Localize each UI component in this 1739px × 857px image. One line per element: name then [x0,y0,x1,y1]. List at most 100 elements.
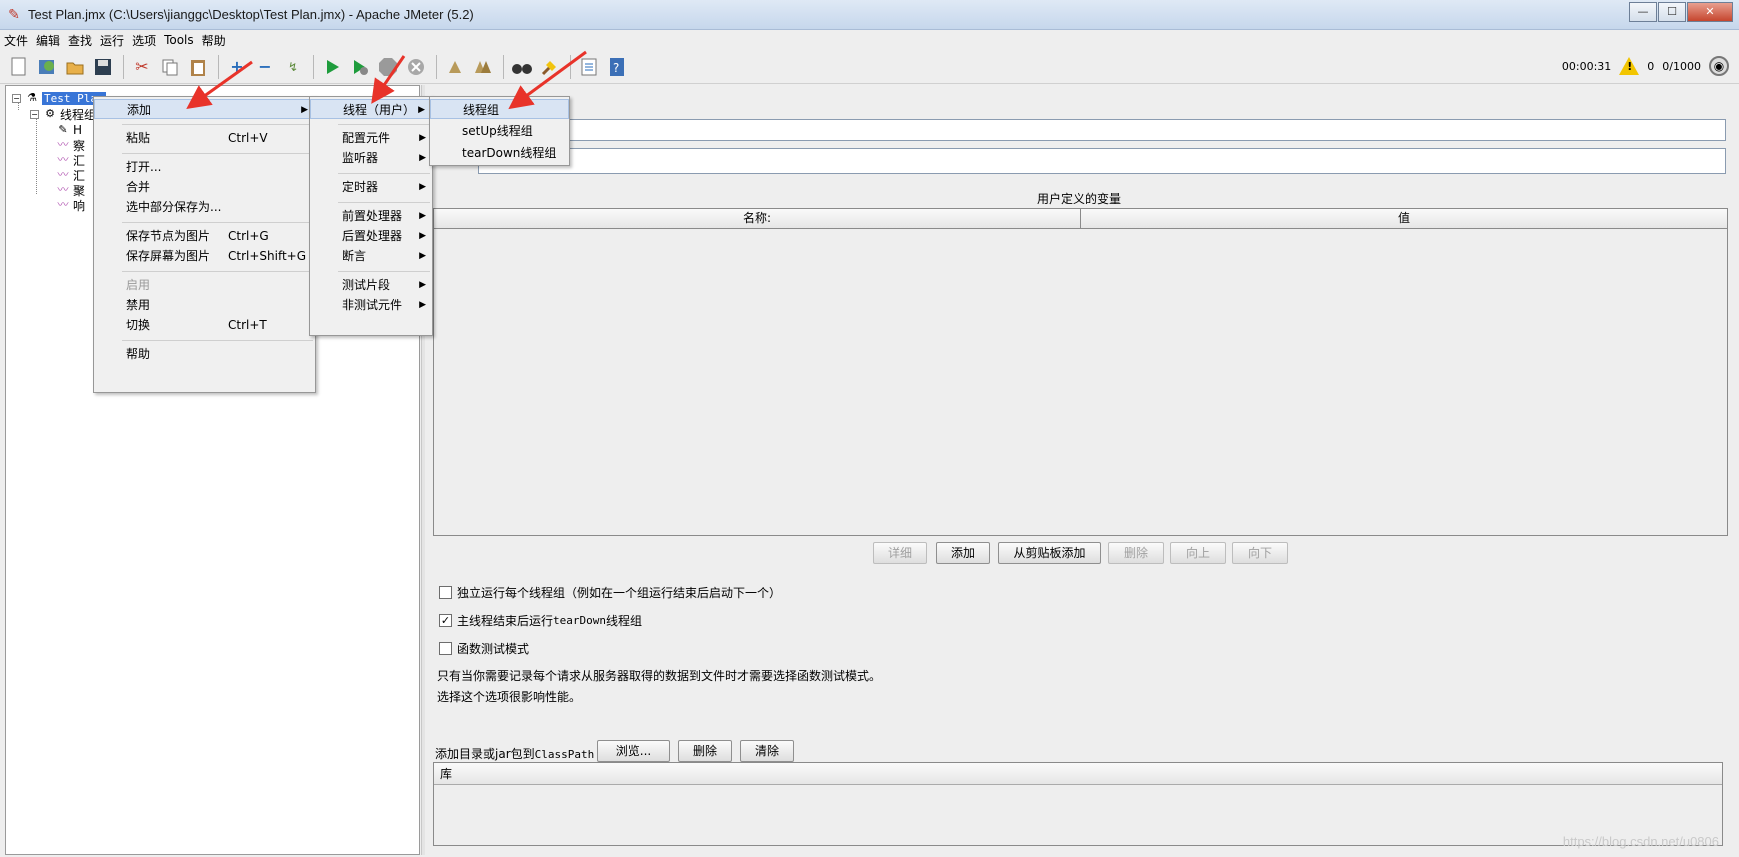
tree-node-test-plan[interactable]: − ⚗ Test Plan [12,90,106,106]
start-icon[interactable] [319,54,345,80]
name-field[interactable] [478,119,1726,141]
collapse-icon[interactable]: − [252,54,278,80]
menu-file[interactable]: 文件 [0,32,32,49]
submenu-item-config-element[interactable]: 配置元件 ▶ [310,128,432,148]
start-no-pause-icon[interactable] [347,54,373,80]
checkbox-box[interactable] [439,642,452,655]
menu-search[interactable]: 查找 [64,32,96,49]
stop-icon[interactable] [375,54,401,80]
delete-button[interactable]: 删除 [1108,542,1164,564]
menu-tools[interactable]: Tools [160,33,198,47]
new-icon[interactable] [6,54,32,80]
comments-field[interactable] [478,148,1726,174]
column-header-value[interactable]: 值 [1081,209,1727,228]
submenu-item-assertion[interactable]: 断言 ▶ [310,246,432,266]
menubar: 文件 编辑 查找 运行 选项 Tools 帮助 [0,30,1739,50]
submenu-item-non-test-element[interactable]: 非测试元件 ▶ [310,295,432,315]
search-icon[interactable] [509,54,535,80]
menu-item-save-selection[interactable]: 选中部分保存为... [94,197,315,217]
gear-icon: ⚙ [45,107,55,120]
menu-run[interactable]: 运行 [96,32,128,49]
tree-node-label: 线程组 [60,107,97,122]
clear-classpath-button[interactable]: 清除 [740,740,794,762]
menu-separator [122,222,313,223]
add-button[interactable]: 添加 [936,542,990,564]
submenu-item-listener[interactable]: 监听器 ▶ [310,148,432,168]
warning-icon[interactable]: ! [1619,57,1640,75]
clear-icon[interactable] [442,54,468,80]
column-header-name[interactable]: 名称: [434,209,1081,228]
teardown-after-shutdown-checkbox[interactable]: ✓ 主线程结束后运行 tearDown 线程组 [439,612,642,629]
reset-search-icon[interactable] [537,54,563,80]
elapsed-timer: 00:00:31 [1561,59,1612,73]
function-helper-icon[interactable] [576,54,602,80]
save-icon[interactable] [90,54,116,80]
user-vars-title: 用户定义的变量 [1037,192,1122,206]
submenu-item-timer[interactable]: 定时器 ▶ [310,177,432,197]
menu-edit[interactable]: 编辑 [32,32,64,49]
browse-button[interactable]: 浏览... [597,740,670,762]
menu-item-merge[interactable]: 合并 [94,177,315,197]
remote-status-icon[interactable]: ◉ [1709,56,1729,76]
user-vars-table[interactable]: 名称: 值 [433,208,1728,536]
functional-mode-checkbox[interactable]: 函数测试模式 [439,640,529,657]
menu-item-disable[interactable]: 禁用 [94,295,315,315]
submenu-item-pre-processor[interactable]: 前置处理器 ▶ [310,206,432,226]
submenu-item-test-fragment[interactable]: 测试片段 ▶ [310,275,432,295]
cut-icon[interactable]: ✂ [129,54,155,80]
menu-item-label: 后置处理器 [342,229,403,243]
menu-item-paste[interactable]: 粘贴 Ctrl+V [94,128,315,148]
jmeter-feather-icon: ✎ [8,6,20,23]
move-down-button[interactable]: 向下 [1232,542,1288,564]
submenu-item-thread-group[interactable]: 线程组 [430,99,569,119]
functional-mode-info-1: 只有当你需要记录每个请求从服务器取得的数据到文件时才需要选择函数测试模式。 [437,669,882,683]
add-from-clipboard-button[interactable]: 从剪贴板添加 [998,542,1101,564]
clear-all-icon[interactable] [470,54,496,80]
delete-classpath-button[interactable]: 删除 [678,740,732,762]
menu-item-label: 粘贴 [126,131,151,145]
menu-options[interactable]: 选项 [128,32,160,49]
menu-item-enable[interactable]: 启用 [94,275,315,295]
menu-item-add[interactable]: 添加 ▶ [94,99,315,119]
menu-item-save-node-image[interactable]: 保存节点为图片 Ctrl+G [94,226,315,246]
copy-icon[interactable] [157,54,183,80]
menu-item-open[interactable]: 打开... [94,157,315,177]
library-table[interactable]: 库 [433,762,1723,846]
open-icon[interactable] [62,54,88,80]
menu-item-help[interactable]: 帮助 [94,344,315,364]
menu-item-save-screen-image[interactable]: 保存屏幕为图片 Ctrl+Shift+G [94,246,315,266]
tree-node-thread-group[interactable]: − ⚙ 线程组 [30,106,96,122]
checkbox-box[interactable] [439,586,452,599]
checkbox-box-checked[interactable]: ✓ [439,614,452,627]
minimize-button[interactable]: — [1629,2,1657,22]
shutdown-icon[interactable] [403,54,429,80]
collapse-toggle[interactable]: − [12,93,21,103]
detail-button[interactable]: 详细 [873,542,927,564]
menu-item-shortcut: Ctrl+Shift+G [228,249,307,263]
menu-item-label: tearDown线程组 [462,146,557,160]
paste-icon[interactable] [185,54,211,80]
close-button[interactable]: ✕ [1687,2,1733,22]
toggle-icon[interactable]: ↯ [280,54,306,80]
submenu-item-post-processor[interactable]: 后置处理器 ▶ [310,226,432,246]
active-threads: 0/1000 [1662,59,1701,73]
window-titlebar: ✎ Test Plan.jmx (C:\Users\jianggc\Deskto… [0,0,1739,30]
menu-item-label: setUp线程组 [462,124,533,138]
menu-help[interactable]: 帮助 [198,32,230,49]
tree-node-child[interactable]: 〰响 [56,197,86,213]
menu-item-label: 禁用 [126,298,151,312]
templates-icon[interactable] [34,54,60,80]
independent-thread-groups-checkbox[interactable]: 独立运行每个线程组（例如在一个组运行结束后启动下一个） [439,584,781,601]
submenu-item-setup-thread-group[interactable]: setUp线程组 [430,121,569,141]
menu-item-toggle[interactable]: 切换 Ctrl+T [94,315,315,335]
expand-icon[interactable]: + [224,54,250,80]
submenu-item-teardown-thread-group[interactable]: tearDown线程组 [430,143,569,163]
help-icon[interactable]: ? [604,54,630,80]
move-up-button[interactable]: 向上 [1170,542,1226,564]
table-header: 名称: 值 [434,209,1727,229]
maximize-button[interactable]: ☐ [1658,2,1686,22]
submenu-item-threads[interactable]: 线程（用户） ▶ [310,99,432,119]
classpath-label-mono: ClassPath [534,748,595,761]
menu-item-label: 打开... [126,160,162,174]
collapse-toggle[interactable]: − [30,109,39,119]
